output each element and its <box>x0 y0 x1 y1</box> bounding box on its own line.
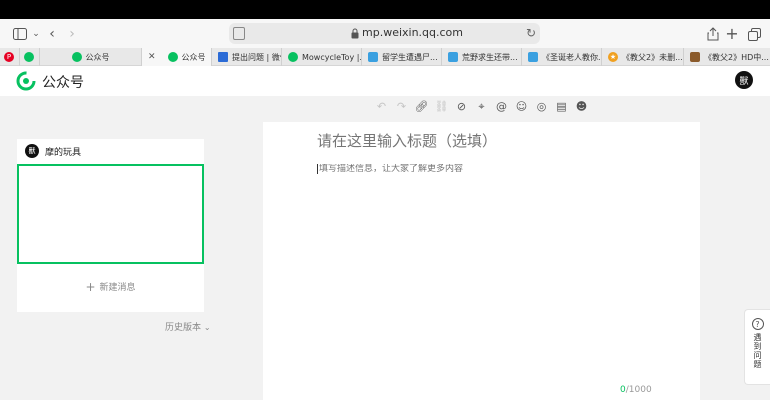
wechat-mp-icon <box>167 52 178 62</box>
mini-program-icon[interactable]: ☺ <box>515 100 528 113</box>
tab-label: 《教父2》HD中... <box>704 52 769 62</box>
new-tab-icon[interactable]: + <box>722 24 742 44</box>
avatar-glyph: 獸 <box>28 147 36 155</box>
back-arrow-icon[interactable]: ‹ <box>42 24 62 44</box>
tab-1[interactable]: ✕ 公众号 <box>142 48 212 66</box>
tab-label: 《教父2》未删... <box>622 52 683 62</box>
tab-label: 公众号 <box>181 52 206 62</box>
tab-overview-icon[interactable] <box>744 24 764 44</box>
tab-5[interactable]: 荒野求生还带... <box>442 48 522 66</box>
share-icon[interactable] <box>703 24 723 44</box>
history-version-label: 历史版本 <box>165 323 202 333</box>
new-message-button[interactable]: + 新建消息 <box>17 280 204 294</box>
account-header: 獸 摩的玩具 <box>25 144 81 158</box>
star-icon: ★ <box>608 52 618 62</box>
sticker-icon[interactable]: ◎ <box>535 100 548 113</box>
bilibili-icon <box>528 52 538 62</box>
avatar-glyph: 獸 <box>739 76 749 87</box>
plus-icon: + <box>85 280 96 294</box>
tab-2[interactable]: 提出问题 | 微信... <box>212 48 282 66</box>
chevron-down-icon: ⌄ <box>203 323 211 332</box>
link-icon[interactable]: 🔗︎ <box>415 100 429 113</box>
unlink-icon[interactable]: ⛓︎ <box>435 100 449 113</box>
description-input[interactable] <box>317 164 677 174</box>
tab-6[interactable]: 《圣诞老人教你... <box>522 48 602 66</box>
wechat-mp-icon <box>71 52 82 62</box>
tab-label: 《圣诞老人教你... <box>542 52 602 62</box>
article-list-panel: 獸 摩的玩具 + 新建消息 <box>17 139 204 312</box>
pinned-tab-wechat[interactable] <box>20 48 40 66</box>
wechat-icon <box>288 52 298 62</box>
emoji-icon[interactable]: ☻ <box>575 100 588 113</box>
editor-toolbar: ↶ ↷ 🔗︎ ⛓︎ ⊘ ⌖ @ ☺ ◎ ▤ ☻ <box>375 100 588 116</box>
app-header: 公众号 獸 <box>0 66 770 96</box>
browser-toolbar: ⌄ ‹ › mp.weixin.qq.com ↻ + <box>0 19 770 48</box>
tab-8[interactable]: 《教父2》HD中... <box>684 48 770 66</box>
account-avatar: 獸 <box>25 144 39 158</box>
new-message-label: 新建消息 <box>99 283 136 293</box>
article-card-selected[interactable] <box>17 164 204 264</box>
pinterest-icon: P <box>4 52 14 62</box>
tab-label: 公众号 <box>85 52 110 62</box>
brand-title[interactable]: 公众号 <box>42 72 84 92</box>
title-input[interactable] <box>317 132 677 150</box>
bilibili-icon <box>448 52 458 62</box>
tab-7[interactable]: ★ 《教父2》未删... <box>602 48 684 66</box>
help-label: 遇到问题 <box>753 333 762 369</box>
location-icon[interactable]: ⌖ <box>475 100 488 113</box>
character-counter: 0/1000 <box>620 385 652 395</box>
history-version-link[interactable]: 历史版本 ⌄ <box>165 320 211 333</box>
redo-icon[interactable]: ↷ <box>395 100 408 113</box>
pinned-tab-pinterest[interactable]: P <box>0 48 20 66</box>
tab-label: 提出问题 | 微信... <box>232 52 281 62</box>
bilibili-icon <box>368 52 378 62</box>
address-bar[interactable]: mp.weixin.qq.com ↻ <box>229 23 540 44</box>
tab-label: 留学生遭遇尸... <box>382 52 438 62</box>
wechat-mp-icon <box>24 52 34 62</box>
mention-icon[interactable]: @ <box>495 100 508 113</box>
tab-label: MowcycleToy |... <box>302 52 362 62</box>
counter-total: /1000 <box>625 385 652 395</box>
editor-canvas: 0/1000 <box>263 122 700 400</box>
lock-icon <box>351 28 359 39</box>
tab-label: 荒野求生还带... <box>462 52 518 62</box>
grid-icon <box>218 52 228 62</box>
tab-4[interactable]: 留学生遭遇尸... <box>362 48 442 66</box>
tab-3[interactable]: MowcycleToy |... <box>282 48 362 66</box>
account-name: 摩的玩具 <box>45 147 82 158</box>
tab-bar: P 公众号 ✕ 公众号 提出问题 | 微信... MowcycleToy |..… <box>0 48 770 66</box>
question-icon: ? <box>751 318 764 330</box>
reload-icon[interactable]: ↻ <box>526 26 536 40</box>
top-black-bar <box>0 0 770 19</box>
page-settings-icon[interactable] <box>233 27 245 40</box>
help-button[interactable]: ? 遇到问题 <box>744 309 770 385</box>
close-tab-icon[interactable]: ✕ <box>148 52 156 62</box>
no-format-icon[interactable]: ⊘ <box>455 100 468 113</box>
tab-0[interactable]: 公众号 <box>40 48 142 66</box>
undo-icon[interactable]: ↶ <box>375 100 388 113</box>
user-avatar[interactable]: 獸 <box>735 71 753 89</box>
wechat-mp-logo-icon[interactable] <box>16 71 36 91</box>
url-text: mp.weixin.qq.com <box>362 26 464 39</box>
film-icon <box>690 52 700 62</box>
forward-arrow-icon[interactable]: › <box>62 24 82 44</box>
archive-icon[interactable]: ▤ <box>555 100 568 113</box>
